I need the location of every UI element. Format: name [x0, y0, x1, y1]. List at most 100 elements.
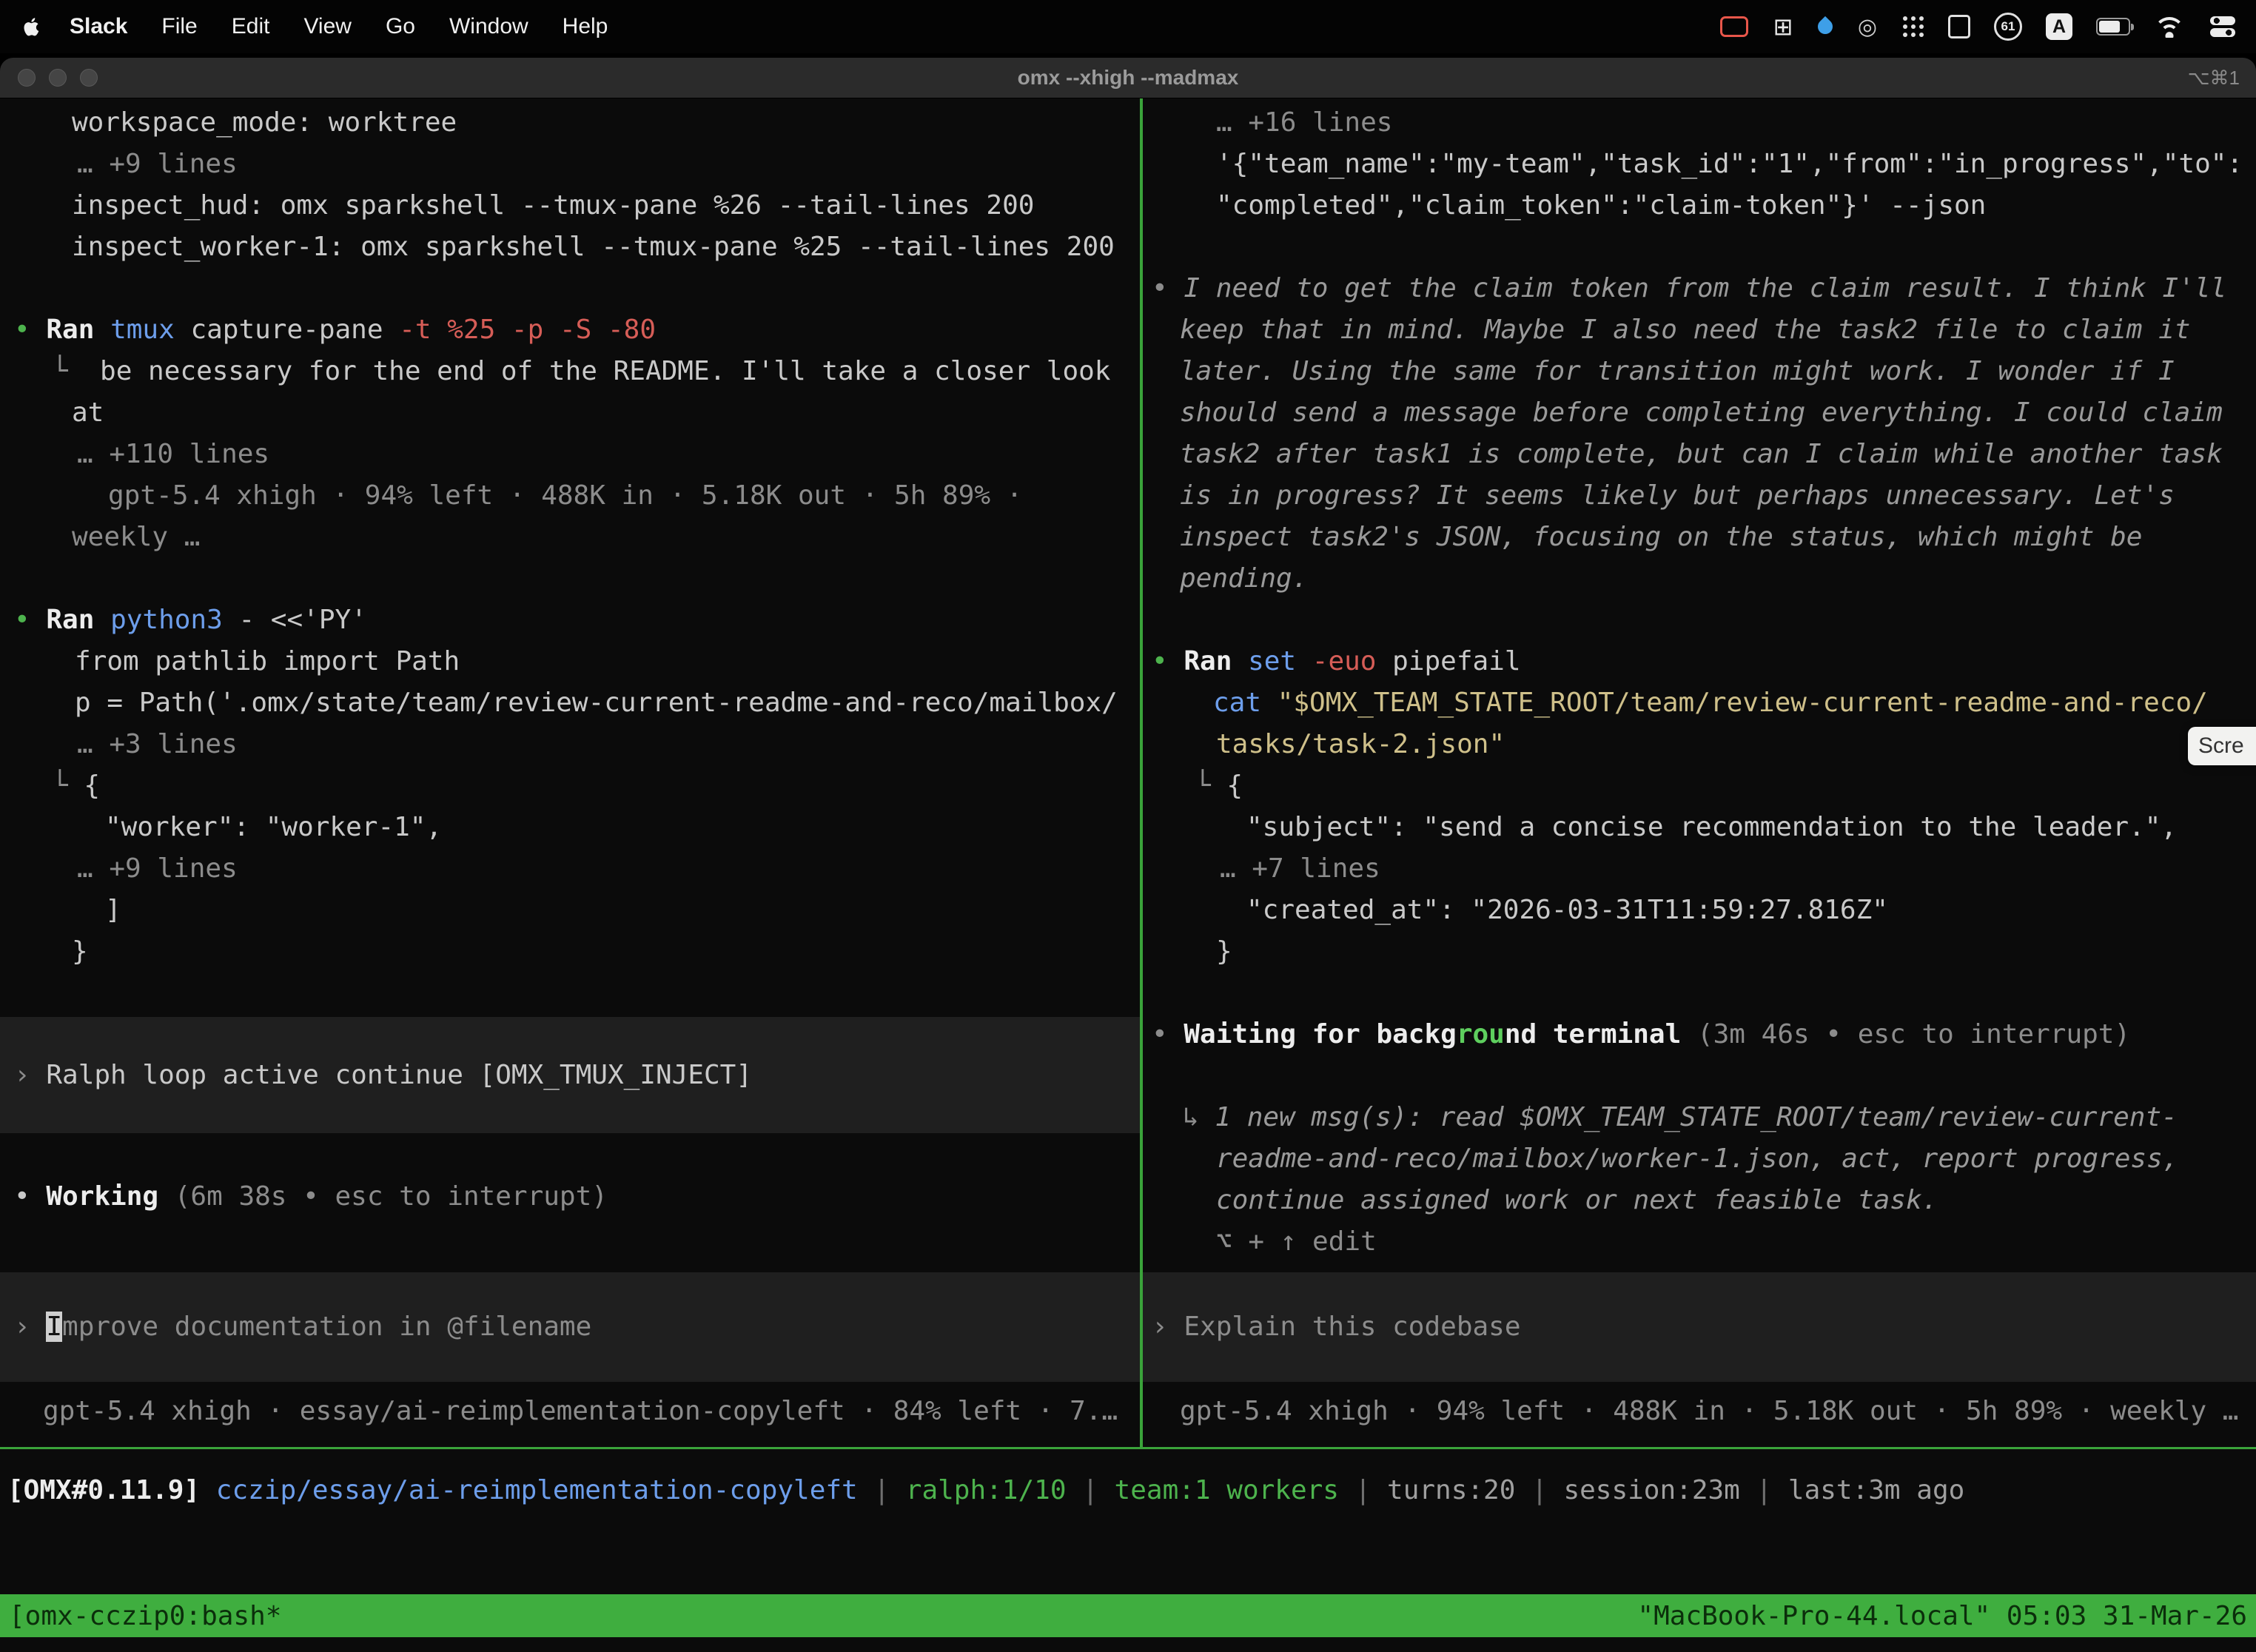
- terminal-line: inspect_worker-1: omx sparkshell --tmux-…: [0, 226, 1140, 268]
- text-segment: 1 new msg(s): read $OMX_TEAM_STATE_ROOT/…: [1215, 1102, 2177, 1132]
- text-segment: session:23m: [1563, 1475, 1739, 1505]
- terminal-line: inspect task2's JSON, focusing on the st…: [1143, 517, 2256, 558]
- text-segment: •: [14, 315, 46, 345]
- screen-recording-indicator[interactable]: [1720, 16, 1748, 37]
- text-segment: be necessary for the end of the README. …: [100, 356, 1110, 386]
- text-segment: |: [1740, 1475, 1788, 1505]
- menu-item-help[interactable]: Help: [563, 14, 608, 39]
- menu-item-go[interactable]: Go: [386, 14, 415, 39]
- terminal-line: gpt-5.4 xhigh · 94% left · 488K in · 5.1…: [0, 475, 1140, 517]
- text-segment: gpt-5.4 xhigh · essay/ai-reimplementatio…: [43, 1396, 1118, 1426]
- text-segment: cat: [1213, 688, 1278, 718]
- text-segment: gpt-5.4 xhigh · 94% left · 488K in · 5.1…: [1180, 1396, 2238, 1426]
- terminal-line: later. Using the same for transition mig…: [1143, 351, 2256, 392]
- terminal-line: }: [1143, 931, 2256, 973]
- text-segment: task2 after task1 is complete, but can I…: [1180, 439, 2223, 469]
- spacer: [0, 268, 1140, 309]
- text-segment: keep that in mind. Maybe I also need the…: [1180, 315, 2190, 345]
- spacer: [0, 973, 1140, 1017]
- text-segment: gpt-5.4 xhigh · 94% left · 488K in · 5.1…: [108, 480, 1022, 511]
- menu-app-name[interactable]: Slack: [70, 14, 127, 39]
- terminal-line: }: [0, 931, 1140, 973]
- terminal-line: └ be necessary for the end of the README…: [0, 351, 1140, 392]
- text-segment: •: [14, 605, 46, 635]
- right-pane[interactable]: … +16 lines '{"team_name":"my-team","task…: [1143, 98, 2256, 1447]
- dots-grid-icon[interactable]: [1911, 24, 1916, 29]
- apple-logo-icon[interactable]: [19, 14, 44, 39]
- text-segment: team:1 workers: [1115, 1475, 1339, 1505]
- prompt-input-left[interactable]: › Improve documentation in @filename: [0, 1272, 1140, 1382]
- text-segment: ⌥ + ↑ edit: [1216, 1226, 1377, 1257]
- text-segment: -euo: [1296, 646, 1376, 676]
- text-segment: set: [1248, 646, 1296, 676]
- prompt-text: › Explain this codebase: [1143, 1306, 1521, 1348]
- text-segment: -t %25 -p -S -80: [383, 315, 656, 345]
- control-center-icon[interactable]: [2209, 15, 2237, 38]
- text-segment: Ralph loop active continue [OMX_TMUX_INJ…: [46, 1060, 752, 1090]
- menu-item-window[interactable]: Window: [449, 14, 528, 39]
- terminal-line: … +16 lines: [1143, 102, 2256, 144]
- text-segment: - <<'PY': [223, 605, 367, 635]
- text-segment: capture-pane: [175, 315, 383, 345]
- text-segment: |: [1067, 1475, 1115, 1505]
- terminal-line: … +9 lines: [0, 848, 1140, 890]
- battery-icon[interactable]: [2096, 18, 2130, 36]
- aperture-icon[interactable]: ◎: [1856, 13, 1879, 41]
- text-segment: … +16 lines: [1216, 107, 1392, 138]
- text-segment: "subject": "send a concise recommendatio…: [1246, 812, 2177, 842]
- mailbox-message-line: ↳ 1 new msg(s): read $OMX_TEAM_STATE_ROO…: [1143, 1097, 2256, 1138]
- terminal-line: inspect_hud: omx sparkshell --tmux-pane …: [0, 185, 1140, 226]
- gauge-icon[interactable]: 61: [1994, 13, 2022, 41]
- terminal-line: task2 after task1 is complete, but can I…: [1143, 434, 2256, 475]
- terminal-line: continue assigned work or next feasible …: [1143, 1180, 2256, 1221]
- text-segment: └: [52, 356, 100, 386]
- terminal-line: "created_at": "2026-03-31T11:59:27.816Z": [1143, 890, 2256, 931]
- terminal-line: … +3 lines: [0, 724, 1140, 765]
- text-segment: Waiting for backg: [1184, 1019, 1456, 1050]
- text-segment: {: [84, 770, 100, 801]
- phone-icon[interactable]: [1948, 15, 1970, 38]
- text-segment: cczip/essay/ai-reimplementation-copyleft: [216, 1475, 858, 1505]
- screen: Slack File Edit View Go Window Help ⊞ ◎ 61 A omx…: [0, 0, 2256, 1652]
- text-segment: '{"team_name":"my-team","task_id":"1","f…: [1216, 149, 2243, 179]
- droplet-icon[interactable]: [1815, 16, 1836, 37]
- text-segment: |: [858, 1475, 906, 1505]
- input-source-icon[interactable]: A: [2046, 13, 2072, 40]
- prompt-input-right[interactable]: › Explain this codebase: [1143, 1272, 2256, 1382]
- text-segment: "created_at": "2026-03-31T11:59:27.816Z": [1246, 895, 1888, 925]
- menu-item-edit[interactable]: Edit: [232, 14, 270, 39]
- terminal-line: tasks/task-2.json": [1143, 724, 2256, 765]
- ran-python-line: • Ran python3 - <<'PY': [0, 600, 1140, 641]
- terminal-line: ]: [0, 890, 1140, 931]
- terminal-line: from pathlib import Path: [0, 641, 1140, 682]
- terminal-window: omx --xhigh --madmax ⌥⌘1 workspace_mode:…: [0, 58, 2256, 1652]
- text-segment: … +3 lines: [77, 729, 238, 759]
- text-segment: I need to get the claim token from the c…: [1184, 273, 2226, 303]
- text-segment: pipefail: [1376, 646, 1520, 676]
- left-pane[interactable]: workspace_mode: worktree … +9 lines inspec…: [0, 98, 1140, 1447]
- terminal-line: "completed","claim_token":"claim-token"}…: [1143, 185, 2256, 226]
- waiting-status-line: • Waiting for background terminal (3m 46…: [1143, 1014, 2256, 1055]
- terminal-line: '{"team_name":"my-team","task_id":"1","f…: [1143, 144, 2256, 185]
- text-segment: tasks/task-2.json": [1216, 729, 1505, 759]
- text-segment: rou: [1457, 1019, 1505, 1050]
- tmux-host-clock: "MacBook-Pro-44.local" 05:03 31-Mar-26: [1637, 1601, 2247, 1631]
- terminal-line: … +110 lines: [0, 434, 1140, 475]
- prompt-band-ralph[interactable]: › Ralph loop active continue [OMX_TMUX_I…: [0, 1017, 1140, 1133]
- text-segment: inspect task2's JSON, focusing on the st…: [1180, 522, 2142, 552]
- window-grid-icon[interactable]: ⊞: [1772, 13, 1794, 41]
- menu-items: File Edit View Go Window Help: [127, 14, 608, 39]
- terminal-line: └ {: [0, 765, 1140, 807]
- terminal-line: readme-and-reco/mailbox/worker-1.json, a…: [1143, 1138, 2256, 1180]
- ran-tmux-line: • Ran tmux capture-pane -t %25 -p -S -80: [0, 309, 1140, 351]
- text-segment: tmux: [110, 315, 175, 345]
- menu-item-view[interactable]: View: [303, 14, 351, 39]
- titlebar[interactable]: omx --xhigh --madmax ⌥⌘1: [0, 58, 2256, 98]
- menu-item-file[interactable]: File: [161, 14, 197, 39]
- edit-hint-line: ⌥ + ↑ edit: [1143, 1221, 2256, 1263]
- text-segment: workspace_mode: worktree: [72, 107, 457, 138]
- text-segment: "worker": "worker-1",: [105, 812, 442, 842]
- wifi-icon[interactable]: [2154, 16, 2185, 38]
- text-segment: nd terminal: [1505, 1019, 1681, 1050]
- spacer: [1143, 1055, 2256, 1097]
